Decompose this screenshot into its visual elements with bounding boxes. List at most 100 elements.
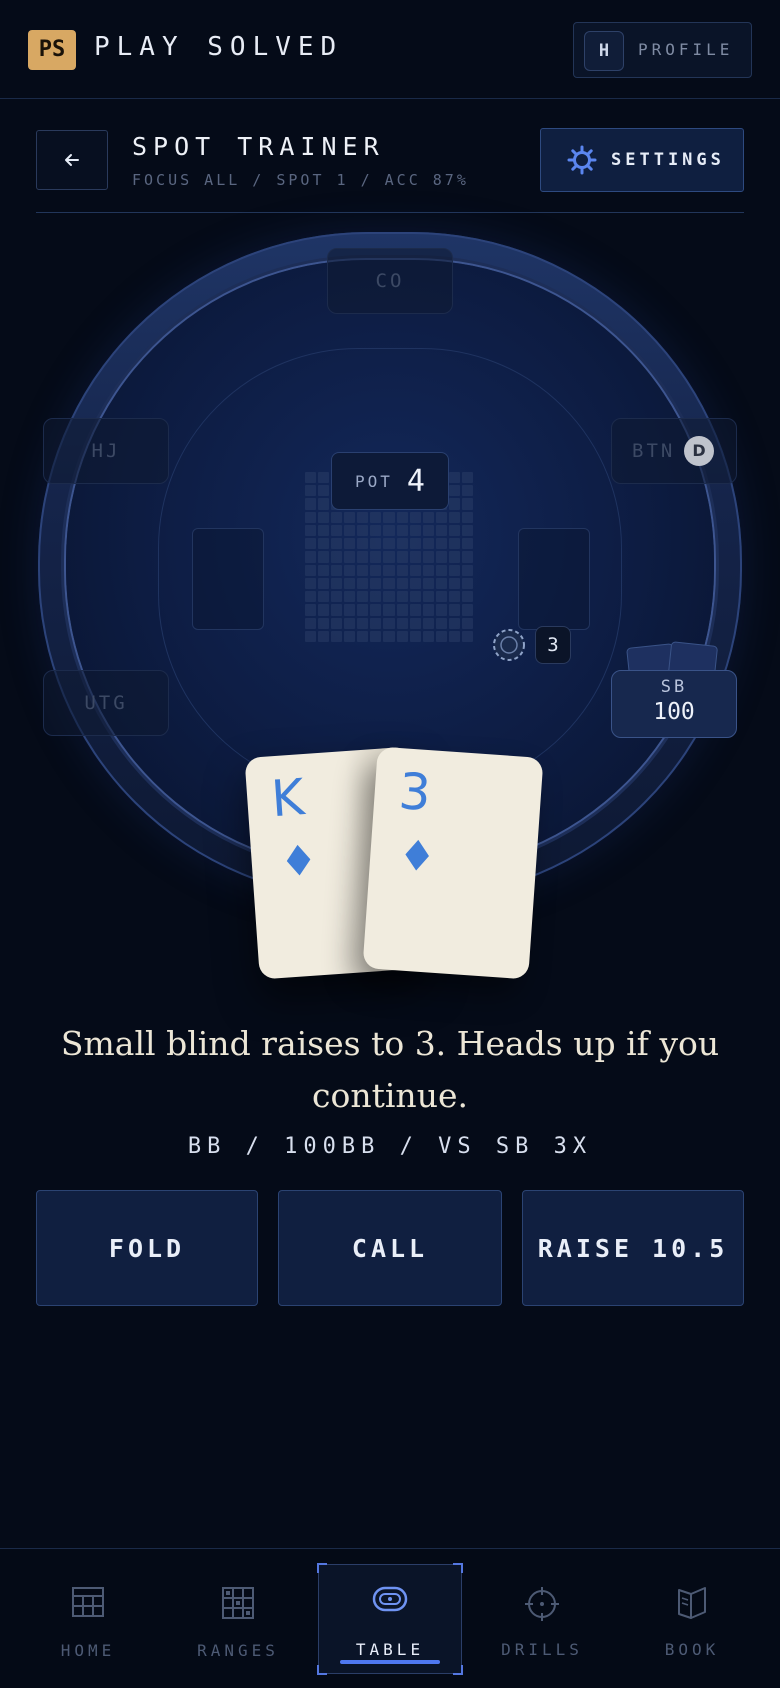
felt-grid-cell (461, 564, 473, 576)
seat-btn[interactable]: BTN (611, 418, 737, 484)
nav-drills[interactable]: DRILLS (472, 1548, 612, 1688)
crosshair-icon (525, 1587, 559, 1621)
felt-grid-cell (422, 604, 434, 616)
felt-grid-cell (409, 591, 421, 603)
back-button[interactable] (36, 130, 108, 190)
seat-co[interactable]: CO (327, 248, 453, 314)
poker-table-icon (372, 1586, 408, 1612)
felt-grid-cell (461, 472, 473, 484)
felt-grid-cell (318, 591, 330, 603)
felt-grid-cell (305, 485, 317, 497)
felt-grid-cell (422, 564, 434, 576)
page-title: SPOT TRAINER (132, 132, 385, 161)
felt-grid-cell (318, 604, 330, 616)
seat-sb[interactable]: SB 100 (611, 670, 737, 738)
felt-grid-cell (396, 551, 408, 563)
call-button[interactable]: CALL (278, 1190, 502, 1306)
felt-grid-cell (383, 617, 395, 629)
fold-button[interactable]: FOLD (36, 1190, 258, 1306)
arrow-left-icon (65, 154, 79, 166)
felt-grid-cell (448, 604, 460, 616)
felt-grid-cell (357, 591, 369, 603)
board-card-slot (518, 528, 590, 630)
felt-grid-cell (357, 524, 369, 537)
felt-grid-cell (448, 591, 460, 603)
felt-grid-cell (370, 591, 382, 603)
felt-grid-cell (305, 591, 317, 603)
felt-grid-cell (370, 564, 382, 576)
felt-grid-cell (435, 538, 447, 550)
felt-grid-cell (370, 630, 382, 642)
felt-grid-cell (435, 577, 447, 590)
felt-grid-cell (331, 551, 343, 563)
felt-grid-cell (448, 538, 460, 550)
range-grid-icon (222, 1587, 254, 1619)
board-card-slot (192, 528, 264, 630)
felt-grid-cell (461, 511, 473, 523)
seat-hj[interactable]: HJ (43, 418, 169, 484)
felt-grid-cell (448, 577, 460, 590)
felt-grid-cell (305, 498, 317, 510)
felt-grid-cell (318, 630, 330, 642)
settings-button[interactable]: SETTINGS (540, 128, 744, 192)
seat-utg[interactable]: UTG (43, 670, 169, 736)
felt-grid-cell (409, 617, 421, 629)
felt-grid-cell (422, 511, 434, 523)
felt-grid-cell (422, 538, 434, 550)
felt-grid-cell (331, 511, 343, 523)
felt-grid-cell (396, 630, 408, 642)
felt-grid-cell (357, 617, 369, 629)
spot-prompt: Small blind raises to 3. Heads up if you… (60, 1024, 720, 1115)
top-bar: PS PLAY SOLVED H PROFILE (0, 0, 780, 99)
felt-grid-cell (344, 511, 356, 523)
felt-grid-cell (357, 577, 369, 590)
felt-grid-cell (422, 617, 434, 629)
felt-grid-cell (305, 472, 317, 484)
felt-grid-cell (409, 630, 421, 642)
hero-card-2: 3 ♦ (362, 746, 544, 980)
felt-grid-cell (383, 591, 395, 603)
felt-grid-cell (461, 551, 473, 563)
felt-grid-cell (448, 630, 460, 642)
felt-grid-cell (331, 604, 343, 616)
felt-grid-cell (422, 577, 434, 590)
felt-grid-cell (357, 538, 369, 550)
felt-grid-cell (383, 524, 395, 537)
nav-home[interactable]: HOME (18, 1549, 158, 1688)
felt-grid-cell (435, 551, 447, 563)
seat-sb-stack: 100 (653, 699, 695, 725)
nav-book[interactable]: BOOK (622, 1548, 762, 1688)
felt-grid-cell (331, 538, 343, 550)
card-rank: K (269, 768, 307, 829)
page-subtitle: FOCUS ALL / SPOT 1 / ACC 87% (132, 171, 469, 189)
felt-grid-cell (409, 551, 421, 563)
diamond-icon: ♦ (396, 830, 438, 882)
felt-grid-cell (318, 538, 330, 550)
felt-grid-cell (344, 591, 356, 603)
felt-grid-cell (409, 538, 421, 550)
felt-grid-cell (448, 498, 460, 510)
felt-grid-cell (461, 617, 473, 629)
felt-grid-cell (357, 604, 369, 616)
felt-grid-cell (461, 485, 473, 497)
pot-value: 4 (406, 463, 425, 499)
felt-grid-cell (383, 551, 395, 563)
felt-grid-cell (331, 617, 343, 629)
nav-home-label: HOME (60, 1641, 116, 1660)
nav-table[interactable]: TABLE (320, 1548, 460, 1688)
felt-grid-cell (344, 538, 356, 550)
app-logo[interactable]: PS (28, 30, 76, 70)
felt-grid-cell (461, 498, 473, 510)
nav-ranges[interactable]: RANGES (168, 1549, 308, 1688)
felt-grid-cell (409, 511, 421, 523)
felt-grid-cell (305, 538, 317, 550)
profile-button[interactable]: H PROFILE (573, 22, 752, 78)
book-icon (678, 1587, 706, 1619)
felt-grid-cell (383, 604, 395, 616)
felt-grid-cell (344, 617, 356, 629)
felt-grid-cell (383, 564, 395, 576)
nav-drills-label: DRILLS (501, 1640, 583, 1659)
raise-button[interactable]: RAISE 10.5 (522, 1190, 744, 1306)
profile-label: PROFILE (638, 40, 734, 59)
felt-grid-cell (318, 577, 330, 590)
